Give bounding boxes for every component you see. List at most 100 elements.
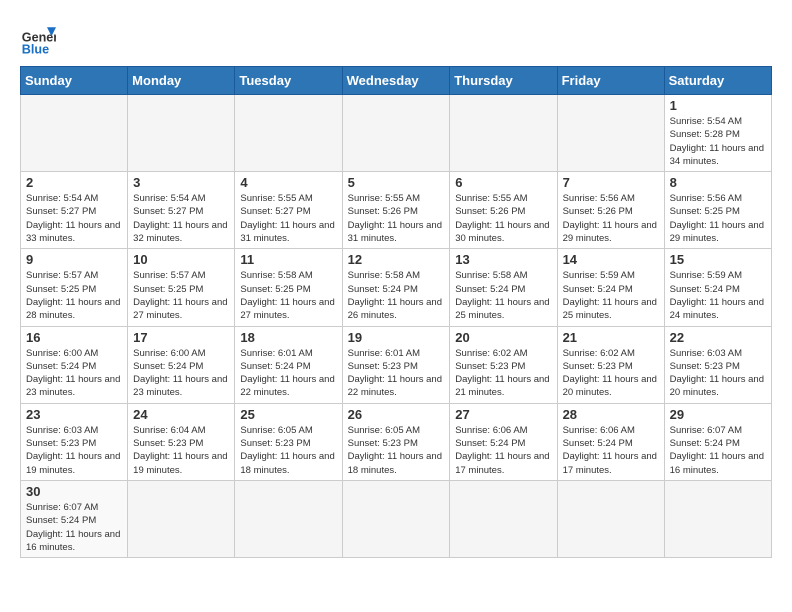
day-info: Sunrise: 6:04 AMSunset: 5:23 PMDaylight:…: [133, 424, 229, 477]
calendar-cell: 28 Sunrise: 6:06 AMSunset: 5:24 PMDayligh…: [557, 403, 664, 480]
day-info: Sunrise: 6:03 AMSunset: 5:23 PMDaylight:…: [670, 347, 766, 400]
calendar-cell: [557, 480, 664, 557]
calendar-cell: 27Sunrise: 6:06 AMSunset: 5:24 PMDayligh…: [450, 403, 557, 480]
day-number: 5: [348, 175, 445, 190]
day-number: 4: [240, 175, 336, 190]
day-info: Sunrise: 5:55 AMSunset: 5:27 PMDaylight:…: [240, 192, 336, 245]
day-number: 23: [26, 407, 122, 422]
calendar-week-6: 30Sunrise: 6:07 AMSunset: 5:24 PMDayligh…: [21, 480, 772, 557]
day-number: 17: [133, 330, 229, 345]
day-info: Sunrise: 6:06 AMSunset: 5:24 PMDaylight:…: [455, 424, 551, 477]
day-info: Sunrise: 5:59 AMSunset: 5:24 PMDaylight:…: [670, 269, 766, 322]
day-info: Sunrise: 5:55 AMSunset: 5:26 PMDaylight:…: [455, 192, 551, 245]
calendar-cell: 9 Sunrise: 5:57 AMSunset: 5:25 PMDaylight…: [21, 249, 128, 326]
day-number: 29: [670, 407, 766, 422]
day-info: Sunrise: 6:02 AMSunset: 5:23 PMDaylight:…: [563, 347, 659, 400]
calendar-cell: [235, 480, 342, 557]
day-number: 30: [26, 484, 122, 499]
calendar-cell: 2Sunrise: 5:54 AMSunset: 5:27 PMDaylight…: [21, 172, 128, 249]
day-info: Sunrise: 5:56 AMSunset: 5:26 PMDaylight:…: [563, 192, 659, 245]
day-info: Sunrise: 5:57 AMSunset: 5:25 PMDaylight:…: [26, 269, 122, 322]
calendar-cell: 4 Sunrise: 5:55 AMSunset: 5:27 PMDaylight…: [235, 172, 342, 249]
calendar-cell: 24 Sunrise: 6:04 AMSunset: 5:23 PMDayligh…: [128, 403, 235, 480]
calendar-cell: [128, 480, 235, 557]
day-number: 25: [240, 407, 336, 422]
calendar-week-2: 2 Sunrise: 5:54 AMSunset: 5:27 PMDaylight…: [21, 172, 772, 249]
calendar-cell: 15 Sunrise: 5:59 AMSunset: 5:24 PMDayligh…: [664, 249, 771, 326]
calendar-cell: 6 Sunrise: 5:55 AMSunset: 5:26 PMDaylight…: [450, 172, 557, 249]
day-number: 8: [670, 175, 766, 190]
calendar: SundayMondayTuesdayWednesdayThursdayFrid…: [20, 66, 772, 558]
calendar-cell: 29 Sunrise: 6:07 AMSunset: 5:24 PMDayligh…: [664, 403, 771, 480]
calendar-cell: 30Sunrise: 6:07 AMSunset: 5:24 PMDayligh…: [21, 480, 128, 557]
day-info: Sunrise: 6:01 AMSunset: 5:23 PMDaylight:…: [348, 347, 445, 400]
day-number: 24: [133, 407, 229, 422]
day-info: Sunrise: 5:54 AMSunset: 5:28 PMDaylight:…: [670, 115, 766, 168]
calendar-cell: 17 Sunrise: 6:00 AMSunset: 5:24 PMDayligh…: [128, 326, 235, 403]
day-number: 19: [348, 330, 445, 345]
day-number: 10: [133, 252, 229, 267]
day-info: Sunrise: 6:07 AMSunset: 5:24 PMDaylight:…: [670, 424, 766, 477]
day-number: 18: [240, 330, 336, 345]
calendar-cell: [557, 95, 664, 172]
calendar-cell: 21Sunrise: 6:02 AMSunset: 5:23 PMDayligh…: [557, 326, 664, 403]
day-number: 7: [563, 175, 659, 190]
day-info: Sunrise: 6:01 AMSunset: 5:24 PMDaylight:…: [240, 347, 336, 400]
logo: General Blue: [20, 20, 56, 56]
day-info: Sunrise: 6:06 AMSunset: 5:24 PMDaylight:…: [563, 424, 659, 477]
calendar-cell: 1 Sunrise: 5:54 AMSunset: 5:28 PMDaylight…: [664, 95, 771, 172]
calendar-cell: [21, 95, 128, 172]
day-info: Sunrise: 5:58 AMSunset: 5:24 PMDaylight:…: [455, 269, 551, 322]
day-info: Sunrise: 5:58 AMSunset: 5:25 PMDaylight:…: [240, 269, 336, 322]
day-number: 26: [348, 407, 445, 422]
calendar-cell: [128, 95, 235, 172]
weekday-header-saturday: Saturday: [664, 67, 771, 95]
calendar-cell: 14Sunrise: 5:59 AMSunset: 5:24 PMDayligh…: [557, 249, 664, 326]
calendar-week-4: 16 Sunrise: 6:00 AMSunset: 5:24 PMDayligh…: [21, 326, 772, 403]
day-number: 3: [133, 175, 229, 190]
day-info: Sunrise: 5:55 AMSunset: 5:26 PMDaylight:…: [348, 192, 445, 245]
weekday-header-tuesday: Tuesday: [235, 67, 342, 95]
calendar-cell: 26 Sunrise: 6:05 AMSunset: 5:23 PMDayligh…: [342, 403, 450, 480]
day-info: Sunrise: 6:03 AMSunset: 5:23 PMDaylight:…: [26, 424, 122, 477]
calendar-cell: [342, 480, 450, 557]
day-number: 11: [240, 252, 336, 267]
day-number: 22: [670, 330, 766, 345]
calendar-cell: 11 Sunrise: 5:58 AMSunset: 5:25 PMDayligh…: [235, 249, 342, 326]
calendar-cell: 25 Sunrise: 6:05 AMSunset: 5:23 PMDayligh…: [235, 403, 342, 480]
day-number: 14: [563, 252, 659, 267]
day-info: Sunrise: 5:56 AMSunset: 5:25 PMDaylight:…: [670, 192, 766, 245]
calendar-cell: 8 Sunrise: 5:56 AMSunset: 5:25 PMDaylight…: [664, 172, 771, 249]
day-number: 9: [26, 252, 122, 267]
calendar-cell: 19 Sunrise: 6:01 AMSunset: 5:23 PMDayligh…: [342, 326, 450, 403]
calendar-cell: [235, 95, 342, 172]
day-number: 12: [348, 252, 445, 267]
calendar-cell: 20Sunrise: 6:02 AMSunset: 5:23 PMDayligh…: [450, 326, 557, 403]
day-number: 13: [455, 252, 551, 267]
weekday-header-friday: Friday: [557, 67, 664, 95]
calendar-cell: [342, 95, 450, 172]
day-info: Sunrise: 6:00 AMSunset: 5:24 PMDaylight:…: [133, 347, 229, 400]
calendar-cell: 18 Sunrise: 6:01 AMSunset: 5:24 PMDayligh…: [235, 326, 342, 403]
day-number: 16: [26, 330, 122, 345]
calendar-cell: 7 Sunrise: 5:56 AMSunset: 5:26 PMDaylight…: [557, 172, 664, 249]
calendar-cell: [664, 480, 771, 557]
calendar-week-5: 23 Sunrise: 6:03 AMSunset: 5:23 PMDayligh…: [21, 403, 772, 480]
header: General Blue: [20, 16, 772, 56]
day-number: 28: [563, 407, 659, 422]
calendar-cell: 5 Sunrise: 5:55 AMSunset: 5:26 PMDaylight…: [342, 172, 450, 249]
day-info: Sunrise: 5:58 AMSunset: 5:24 PMDaylight:…: [348, 269, 445, 322]
day-number: 15: [670, 252, 766, 267]
calendar-cell: [450, 95, 557, 172]
day-number: 2: [26, 175, 122, 190]
day-number: 6: [455, 175, 551, 190]
weekday-header-monday: Monday: [128, 67, 235, 95]
day-info: Sunrise: 6:05 AMSunset: 5:23 PMDaylight:…: [240, 424, 336, 477]
day-info: Sunrise: 6:05 AMSunset: 5:23 PMDaylight:…: [348, 424, 445, 477]
day-info: Sunrise: 5:54 AMSunset: 5:27 PMDaylight:…: [133, 192, 229, 245]
day-number: 1: [670, 98, 766, 113]
day-number: 20: [455, 330, 551, 345]
weekday-header-sunday: Sunday: [21, 67, 128, 95]
day-info: Sunrise: 5:57 AMSunset: 5:25 PMDaylight:…: [133, 269, 229, 322]
day-info: Sunrise: 6:00 AMSunset: 5:24 PMDaylight:…: [26, 347, 122, 400]
